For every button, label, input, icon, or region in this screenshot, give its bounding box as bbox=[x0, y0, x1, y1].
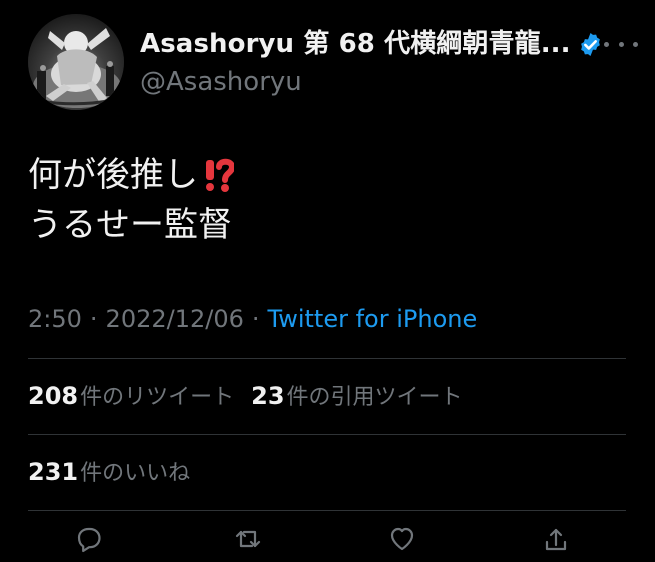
quote-tweet-count: 23 bbox=[251, 382, 285, 410]
tweet-date: 2022/12/06 bbox=[105, 305, 244, 333]
display-name[interactable]: Asashoryu 第 68 代横綱朝青龍... bbox=[140, 28, 571, 60]
reply-icon[interactable] bbox=[72, 522, 106, 556]
tweet-text: 何が後推し うるせー監督 bbox=[28, 150, 628, 250]
tweet-header: Asashoryu 第 68 代横綱朝青龍... @Asashoryu bbox=[28, 14, 638, 114]
tweet-line-1-text: 何が後推し bbox=[28, 155, 198, 195]
tweet-detail: Asashoryu 第 68 代横綱朝青龍... @Asashoryu 何が後推… bbox=[0, 0, 655, 553]
exclamation-question-emoji-icon bbox=[202, 156, 234, 194]
tweet-time: 2:50 bbox=[28, 305, 82, 333]
sumo-wrestler-avatar bbox=[28, 14, 124, 110]
source-link[interactable]: Twitter for iPhone bbox=[268, 303, 478, 335]
retweet-icon[interactable] bbox=[231, 522, 265, 556]
tweet-actions bbox=[28, 522, 626, 562]
quote-tweet-count-link[interactable]: 23 件の引用ツイート bbox=[251, 380, 462, 414]
more-options-icon[interactable] bbox=[604, 36, 638, 52]
retweet-count: 208 bbox=[28, 382, 79, 410]
meta-separator: · bbox=[251, 305, 260, 333]
retweet-stats-row: 208 件のリツイート 23 件の引用ツイート bbox=[28, 380, 480, 414]
meta-separator: · bbox=[89, 305, 98, 333]
verified-badge-icon bbox=[580, 32, 600, 56]
more-dot bbox=[604, 41, 609, 47]
more-dot bbox=[633, 41, 638, 47]
heart-icon[interactable] bbox=[385, 522, 419, 556]
tweet-line-2: うるせー監督 bbox=[28, 200, 628, 250]
like-count-link[interactable]: 231 件のいいね bbox=[28, 456, 190, 490]
divider bbox=[28, 434, 626, 435]
like-stats-row: 231 件のいいね bbox=[28, 456, 207, 490]
more-dot bbox=[618, 41, 624, 47]
user-avatar[interactable] bbox=[28, 14, 124, 110]
tweet-meta: 2:50 · 2022/12/06 · Twitter for iPhone bbox=[28, 303, 477, 335]
retweet-count-link[interactable]: 208 件のリツイート bbox=[28, 380, 234, 414]
tweet-line-1: 何が後推し bbox=[28, 150, 628, 200]
divider bbox=[28, 358, 626, 359]
share-icon[interactable] bbox=[539, 522, 573, 556]
retweet-label: 件のリツイート bbox=[80, 385, 235, 410]
like-label: 件のいいね bbox=[80, 461, 191, 486]
display-name-row: Asashoryu 第 68 代横綱朝青龍... bbox=[140, 28, 610, 60]
user-handle[interactable]: @Asashoryu bbox=[140, 66, 302, 98]
tweet-line-2-text: うるせー監督 bbox=[28, 205, 232, 245]
divider bbox=[28, 510, 626, 511]
like-count: 231 bbox=[28, 458, 79, 486]
quote-tweet-label: 件の引用ツイート bbox=[286, 385, 463, 410]
